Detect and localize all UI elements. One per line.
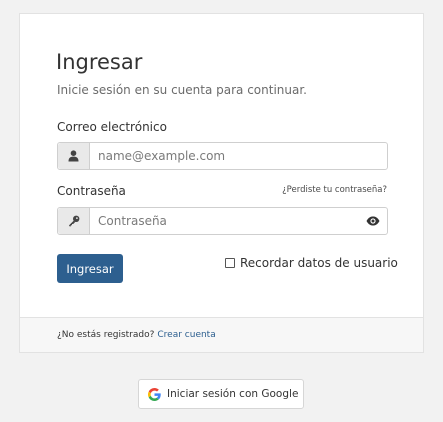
user-icon bbox=[58, 143, 90, 169]
register-link[interactable]: Crear cuenta bbox=[157, 330, 215, 340]
password-input-group bbox=[57, 207, 388, 235]
remember-me-label: Recordar datos de usuario bbox=[240, 256, 398, 270]
forgot-password-link[interactable]: ¿Perdiste tu contraseña? bbox=[282, 185, 387, 195]
card-footer: ¿No estás registrado? Crear cuenta bbox=[20, 317, 423, 352]
page-subtitle: Inicie sesión en su cuenta para continua… bbox=[57, 83, 307, 97]
login-submit-button[interactable]: Ingresar bbox=[57, 254, 123, 283]
login-card: Ingresar Inicie sesión en su cuenta para… bbox=[19, 13, 424, 353]
password-label: Contraseña bbox=[57, 184, 126, 198]
remember-me[interactable]: Recordar datos de usuario bbox=[225, 256, 398, 270]
register-prompt: ¿No estás registrado? bbox=[57, 330, 155, 340]
email-input-group bbox=[57, 142, 388, 170]
password-input[interactable] bbox=[90, 208, 359, 234]
google-logo-icon bbox=[148, 387, 161, 401]
login-card-body: Ingresar Inicie sesión en su cuenta para… bbox=[20, 14, 423, 319]
email-label: Correo electrónico bbox=[57, 120, 167, 134]
google-login-label: Iniciar sesión con Google bbox=[167, 388, 299, 400]
email-input[interactable] bbox=[90, 143, 387, 169]
google-login-button[interactable]: Iniciar sesión con Google bbox=[138, 379, 304, 409]
eye-icon[interactable] bbox=[359, 208, 387, 234]
remember-me-checkbox[interactable] bbox=[225, 258, 235, 268]
key-icon bbox=[58, 208, 90, 234]
page-title: Ingresar bbox=[56, 50, 143, 74]
